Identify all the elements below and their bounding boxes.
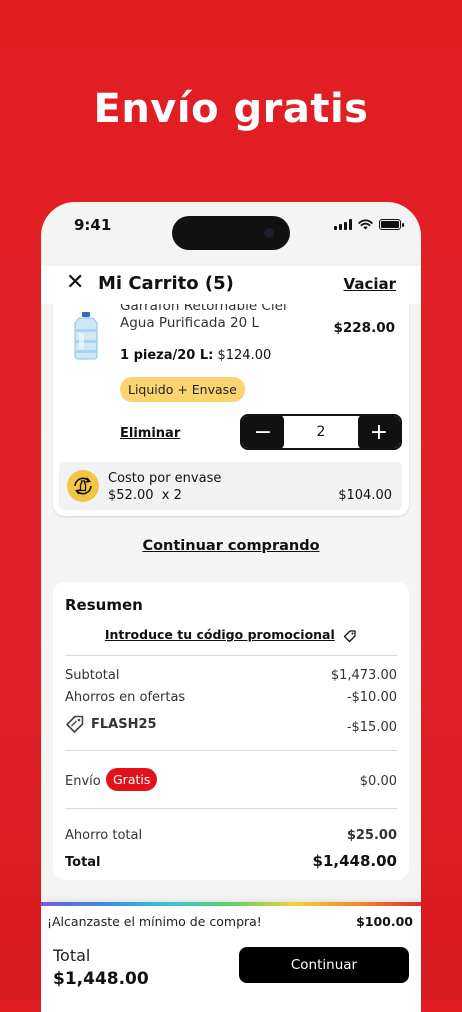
remove-item-link[interactable]: Eliminar [120,426,180,441]
cart-header: ✕ Mi Carrito (5) Vaciar [41,266,421,304]
subtotal-label: Subtotal [65,668,120,683]
total-savings-value: $25.00 [346,828,397,843]
deposit-label: Costo por envase [108,471,222,486]
product-name-line1: Garrafón Retornable Ciel [120,304,287,314]
product-name-line2: Agua Purificada 20 L [120,315,260,331]
shipping-label: Envío [65,774,101,789]
footer-total-value: $1,448.00 [53,969,149,989]
product-name[interactable]: Garrafón Retornable Ciel Agua Purificada… [120,304,330,332]
unit-price-value: $124.00 [217,348,272,363]
savings-value: -$10.00 [346,690,397,705]
checkout-bar: ¡Alcanzaste el mínimo de compra! $100.00… [41,902,421,1012]
bottle-refresh-icon [67,470,99,502]
divider [65,655,397,656]
footer-total-label: Total [53,946,91,965]
divider [65,808,397,809]
product-price: $228.00 [333,320,396,336]
promo-code-label: Introduce tu código promocional [104,627,335,642]
phone-screen: 9:41 ✕ Mi Carrito (5) Vaciar Garrafón Re… [41,202,421,1012]
summary-total-label: Total [65,855,101,870]
free-shipping-badge: Gratis [106,768,158,791]
promo-code: FLASH25 [91,716,157,732]
shipping-value: $0.00 [359,774,397,789]
continue-button[interactable]: Continuar [239,947,409,983]
promo-title: Envío gratis [93,86,369,132]
signal-icon [334,219,352,230]
unit-price-label: 1 pieza/20 L: [120,348,214,363]
savings-row: Ahorros en ofertas -$10.00 [65,690,397,705]
wifi-icon [358,219,373,230]
product-image [74,312,98,360]
status-bar: 9:41 [41,202,421,250]
minimum-reached-text: ¡Alcanzaste el mínimo de compra! [47,914,262,929]
battery-icon [379,219,404,230]
summary-total-row: Total $1,448.00 [65,852,397,870]
quantity-value: 2 [316,424,326,440]
deposit-total: $104.00 [338,488,392,503]
cart-title: Mi Carrito (5) [98,273,234,294]
close-icon[interactable]: ✕ [66,272,84,294]
deposit-cost-row: Costo por envase $52.00 x 2 $104.00 [59,462,402,510]
product-type-badge: Liquido + Envase [120,377,245,402]
applied-code: FLASH25 [65,714,157,734]
total-savings-label: Ahorro total [65,828,143,843]
dynamic-island [172,216,290,250]
savings-label: Ahorros en ofertas [65,690,186,705]
minimum-progress-bar [41,902,421,906]
continue-shopping-link[interactable]: Continuar comprando [41,538,421,554]
clear-cart-link[interactable]: Vaciar [344,275,396,293]
subtotal-row: Subtotal $1,473.00 [65,668,397,683]
code-discount-value: -$15.00 [346,720,397,735]
plus-icon[interactable]: + [358,416,400,448]
minimum-value: $100.00 [356,914,413,929]
promo-code-link[interactable]: Introduce tu código promocional [53,627,409,643]
summary-title: Resumen [65,596,143,614]
minus-icon[interactable]: − [242,416,284,448]
quantity-stepper: − 2 + [240,414,402,450]
subtotal-value: $1,473.00 [330,668,397,683]
status-time: 9:41 [74,216,112,234]
product-card: Garrafón Retornable Ciel Agua Purificada… [53,304,409,516]
unit-price: 1 pieza/20 L: $124.00 [120,348,271,363]
deposit-detail: $52.00 x 2 [108,488,182,503]
summary-total-value: $1,448.00 [312,852,397,870]
tag-icon [343,629,356,642]
total-savings-row: Ahorro total $25.00 [65,828,397,843]
tag-icon [66,715,84,733]
divider [65,750,397,751]
order-summary: Resumen Introduce tu código promocional … [53,582,409,880]
